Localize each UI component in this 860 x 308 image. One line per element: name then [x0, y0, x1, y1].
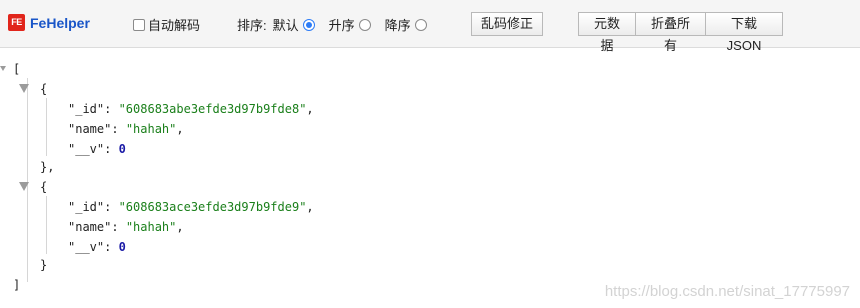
json-key: "__v" — [68, 240, 105, 254]
object-open: { — [40, 180, 48, 194]
sort-desc-label: 降序 — [384, 18, 411, 33]
json-field: "_id": "608683ace3efde3d97b9fde9", — [68, 200, 314, 214]
indent-guide — [27, 78, 28, 282]
fehelper-logo-icon: FE — [8, 14, 25, 31]
json-key: "_id" — [68, 102, 105, 116]
sort-asc-radio[interactable] — [358, 18, 371, 31]
json-number-value: 0 — [118, 240, 126, 254]
toolbar: FE FeHelper 自动解码 排序: 默认 升序 降序 乱码修正 元数据 折… — [0, 0, 860, 53]
object-collapse-icon[interactable] — [19, 182, 29, 191]
watermark: https://blog.csdn.net/sinat_17775997 — [604, 283, 850, 300]
json-string-value: "hahah" — [125, 122, 177, 136]
json-field: "name": "hahah", — [68, 122, 184, 136]
root-collapse-icon[interactable] — [0, 66, 6, 71]
object-close: } — [40, 258, 48, 272]
indent-guide — [46, 98, 47, 156]
json-key: "name" — [68, 220, 112, 234]
sort-default-label: 默认 — [272, 18, 299, 33]
fehelper-logo-text: FeHelper — [30, 14, 90, 31]
json-number-value: 0 — [118, 142, 126, 156]
sort-label: 排序: — [237, 18, 267, 33]
fehelper-logo: FE FeHelper — [8, 14, 90, 31]
download-json-button[interactable]: 下载JSON — [706, 12, 783, 53]
json-root-open: [ — [13, 62, 21, 76]
indent-guide — [46, 196, 47, 254]
metadata-button[interactable]: 元数据 — [578, 12, 636, 53]
json-field: "__v": 0 — [68, 142, 126, 156]
object-collapse-icon[interactable] — [19, 84, 29, 93]
fix-garbled-button[interactable]: 乱码修正 — [471, 12, 543, 36]
auto-decode-label: 自动解码 — [148, 18, 201, 33]
sort-options: 排序: 默认 升序 降序 — [237, 15, 427, 34]
json-root-close: ] — [13, 278, 21, 292]
json-key: "__v" — [68, 142, 105, 156]
action-button-group: 元数据 折叠所有 下载JSON — [578, 12, 783, 53]
object-open: { — [40, 82, 48, 96]
json-string-value: "608683abe3efde3d97b9fde8" — [118, 102, 307, 116]
json-key: "_id" — [68, 200, 105, 214]
collapse-all-button[interactable]: 折叠所有 — [636, 12, 706, 53]
sort-asc-label: 升序 — [328, 18, 355, 33]
sort-desc-radio[interactable] — [414, 18, 427, 31]
auto-decode-checkbox[interactable] — [133, 18, 145, 31]
json-string-value: "608683ace3efde3d97b9fde9" — [118, 200, 307, 214]
json-field: "name": "hahah", — [68, 220, 184, 234]
sort-default-radio[interactable] — [302, 18, 315, 31]
object-close: }, — [40, 160, 55, 174]
json-key: "name" — [68, 122, 112, 136]
auto-decode-option[interactable]: 自动解码 — [133, 15, 200, 34]
json-field: "__v": 0 — [68, 240, 126, 254]
json-string-value: "hahah" — [125, 220, 177, 234]
json-field: "_id": "608683abe3efde3d97b9fde8", — [68, 102, 314, 116]
